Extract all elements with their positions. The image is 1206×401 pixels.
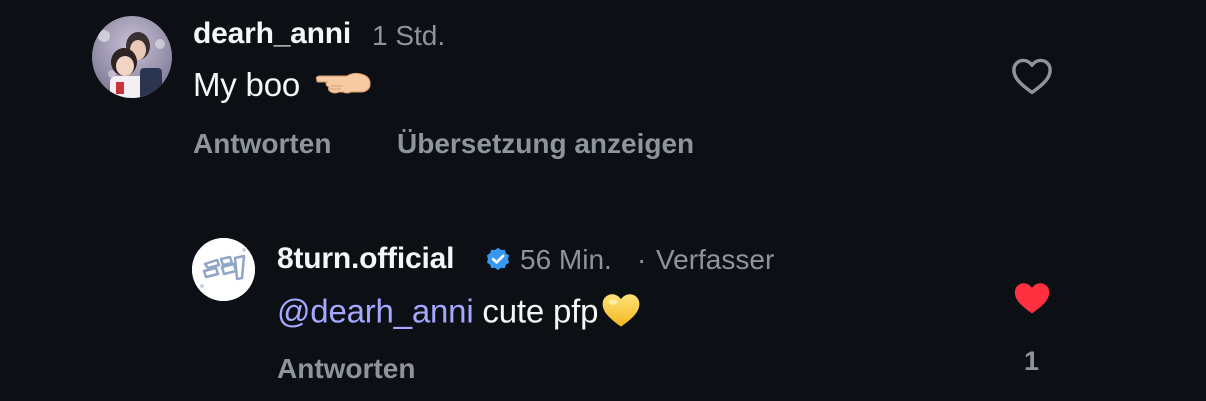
heart-outline-icon (1012, 58, 1052, 95)
8turn-logo-icon (192, 238, 255, 301)
reply-button[interactable]: Antworten (277, 353, 415, 385)
reply-body: cute pfp (473, 292, 599, 330)
reply-text: @dearh_anni cute pfp (277, 290, 642, 338)
avatar-image (92, 16, 172, 98)
reply-avatar[interactable] (192, 238, 255, 301)
comment-body: My boo (193, 66, 301, 103)
verified-badge-icon (484, 246, 512, 279)
comment-username[interactable]: dearh_anni (193, 17, 351, 51)
author-label: Verfasser (656, 244, 775, 275)
meta-separator: · (637, 244, 647, 275)
like-button[interactable] (1012, 280, 1052, 321)
heart-filled-icon (1014, 283, 1050, 314)
comment-text: My boo (193, 66, 373, 106)
comment-timestamp: 1 Std. (372, 20, 446, 51)
like-count: 1 (1024, 346, 1040, 376)
mention-link[interactable]: @dearh_anni (277, 293, 474, 330)
yellow-heart-emoji-icon (600, 290, 642, 338)
avatar[interactable] (92, 16, 172, 98)
reply-button[interactable]: Antworten (193, 128, 331, 160)
reply-username[interactable]: 8turn.official (277, 242, 454, 276)
show-translation-button[interactable]: Übersetzung anzeigen (397, 128, 694, 160)
like-button[interactable] (1011, 57, 1053, 100)
reply-timestamp: 56 Min. (520, 244, 612, 275)
backhand-pointing-left-emoji-icon (313, 68, 373, 106)
